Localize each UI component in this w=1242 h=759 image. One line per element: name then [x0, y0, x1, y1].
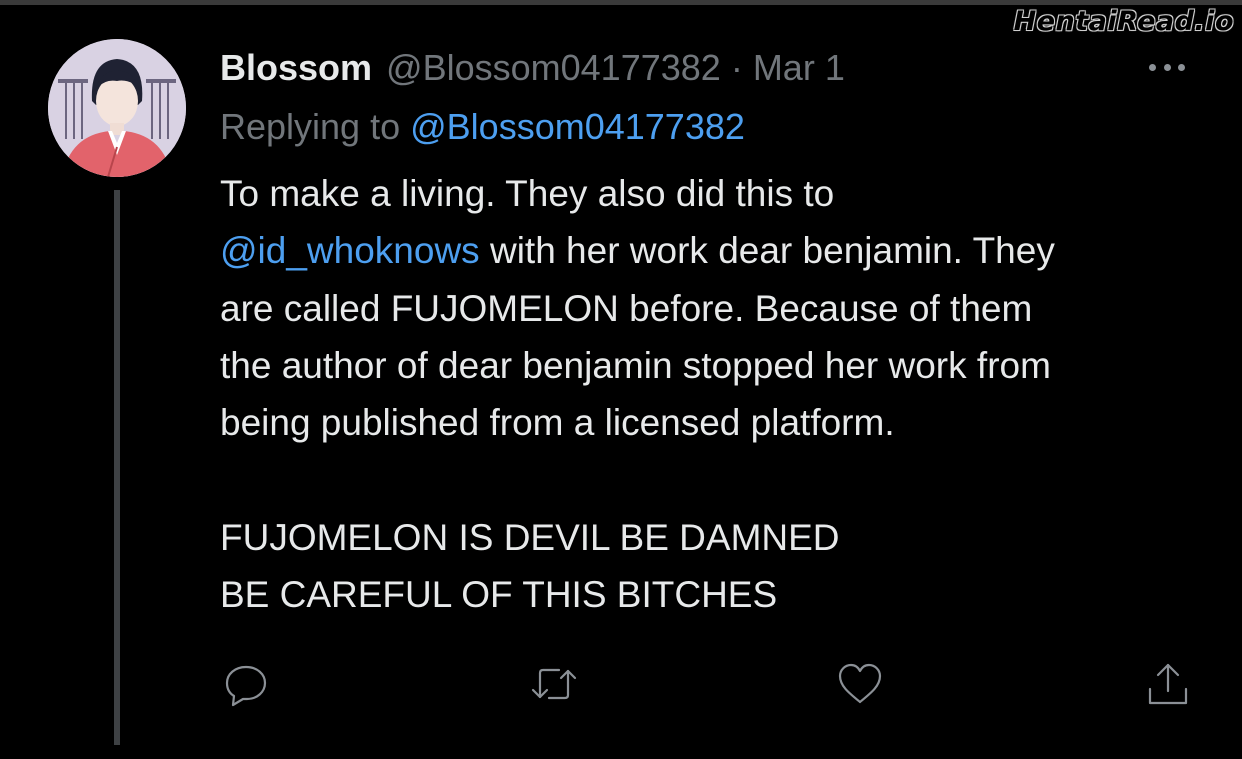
share-icon: [1148, 663, 1188, 705]
tweet-actions: [218, 656, 1198, 712]
tweet-line-rest: with her work dear benjamin. They: [479, 230, 1055, 272]
tweet-line: To make a living. They also did this to: [220, 173, 835, 214]
tweet-line: are called FUJOMELON before. Because of …: [220, 287, 1033, 329]
like-button[interactable]: [832, 656, 888, 712]
share-button[interactable]: [1140, 656, 1196, 712]
avatar[interactable]: [48, 39, 186, 177]
author-handle[interactable]: @Blossom04177382: [386, 47, 721, 89]
like-icon: [838, 663, 882, 704]
retweet-button[interactable]: [526, 656, 582, 712]
mention-link[interactable]: @id_whoknows: [220, 230, 480, 271]
author-name[interactable]: Blossom: [220, 47, 372, 89]
avatar-image: [48, 39, 186, 177]
more-dot: [1178, 63, 1185, 71]
replying-to: Replying to @Blossom04177382: [220, 106, 745, 154]
reply-icon: [225, 665, 267, 707]
top-divider: [0, 0, 1242, 5]
tweet-line: BE CAREFUL OF THIS BITCHES: [220, 574, 778, 616]
tweet-header: Blossom @Blossom04177382 · Mar 1: [220, 44, 845, 92]
replying-prefix: Replying to: [220, 106, 401, 147]
watermark: HentaiRead.io: [1013, 6, 1234, 37]
tweet-line: being published from a licensed platform…: [220, 402, 895, 444]
replying-handle-link[interactable]: @Blossom04177382: [410, 106, 745, 147]
tweet-line: the author of dear benjamin stopped her …: [220, 344, 1051, 386]
reply-button[interactable]: [218, 656, 274, 712]
tweet-line: @id_whoknows with her work dear benjamin…: [220, 222, 1220, 279]
tweet-text: To make a living. They also did this to …: [220, 165, 1220, 623]
separator-dot: ·: [730, 47, 743, 88]
thread-line: [114, 190, 120, 745]
retweet-icon: [531, 668, 577, 700]
more-options-icon[interactable]: [1143, 52, 1191, 82]
tweet-line: FUJOMELON IS DEVIL BE DAMNED: [220, 516, 840, 558]
more-dot: [1163, 63, 1171, 71]
more-dot: [1149, 63, 1156, 71]
tweet-date[interactable]: Mar 1: [753, 47, 845, 89]
